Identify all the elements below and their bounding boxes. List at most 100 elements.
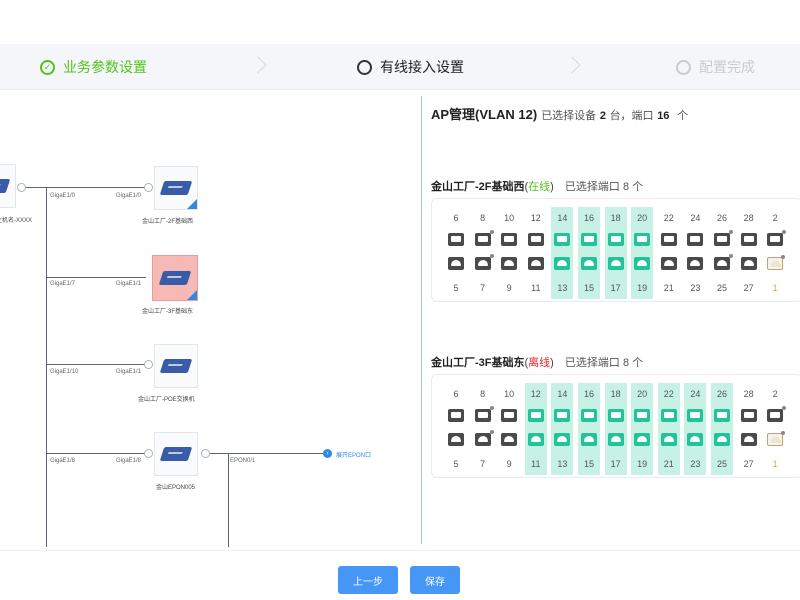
ethernet-port-icon[interactable]: [634, 257, 651, 270]
port-column[interactable]: 20 19: [631, 207, 654, 299]
ethernet-port-icon[interactable]: [687, 257, 704, 270]
ethernet-port-icon[interactable]: [607, 409, 624, 422]
ethernet-port-icon[interactable]: [660, 233, 677, 246]
ethernet-port-icon[interactable]: [554, 257, 571, 270]
ethernet-port-icon[interactable]: [448, 233, 464, 246]
port-column[interactable]: 18 17: [604, 207, 627, 299]
sfp-port-icon[interactable]: [767, 431, 786, 446]
ethernet-port-icon[interactable]: [714, 230, 733, 246]
ethernet-port-icon[interactable]: [581, 409, 597, 422]
ethernet-port-icon[interactable]: [501, 433, 518, 446]
port-column[interactable]: 26 25: [711, 207, 733, 299]
ethernet-port-icon[interactable]: [740, 409, 757, 422]
ethernet-port-icon[interactable]: [448, 409, 464, 422]
port-column[interactable]: 24 23: [684, 207, 706, 299]
ethernet-port-icon[interactable]: [554, 233, 571, 246]
ethernet-port-icon[interactable]: [714, 254, 733, 270]
ethernet-port-icon[interactable]: [634, 433, 651, 446]
ethernet-port-icon[interactable]: [740, 433, 757, 446]
ethernet-port-icon[interactable]: [634, 409, 651, 422]
port-column[interactable]: 87: [472, 207, 494, 299]
device-1-icon[interactable]: [154, 166, 198, 210]
ethernet-port-icon[interactable]: [687, 433, 704, 446]
port-column[interactable]: 22 21: [657, 383, 680, 475]
ethernet-port-icon[interactable]: [527, 233, 544, 246]
topology-canvas[interactable]: 主机名-XXXX GigaE1/0 GigaE1/0 金山工厂-2F基础西 Gi…: [0, 92, 420, 547]
port-column[interactable]: 20 19: [631, 383, 654, 475]
expand-epon-link[interactable]: 展开EPON口: [336, 450, 371, 459]
ethernet-port-icon[interactable]: [448, 433, 464, 446]
ethernet-port-icon[interactable]: [527, 257, 544, 270]
port-column[interactable]: 16 15: [578, 383, 600, 475]
switch-1-header: 金山工厂-2F基础西(在线) 已选择端口 8 个: [431, 181, 644, 193]
port-column[interactable]: 28 27: [738, 207, 760, 299]
port-column[interactable]: 28 27: [738, 383, 760, 475]
ethernet-port-icon[interactable]: [660, 409, 677, 422]
port-column[interactable]: 65: [445, 383, 467, 475]
port-number-top: 20: [637, 389, 648, 399]
link-line: [46, 453, 146, 454]
ethernet-port-icon[interactable]: [474, 230, 494, 246]
ethernet-port-icon[interactable]: [581, 233, 597, 246]
ethernet-port-icon[interactable]: [714, 433, 730, 446]
port-column[interactable]: 21: [764, 207, 787, 299]
port-column[interactable]: 14 13: [551, 207, 574, 299]
port-number-top: 12: [530, 389, 541, 399]
ethernet-port-icon[interactable]: [607, 257, 624, 270]
port-column[interactable]: 26 25: [711, 383, 733, 475]
port-column[interactable]: 24 23: [684, 383, 707, 475]
port-column[interactable]: 10 9: [498, 207, 520, 299]
port-number-bottom: 15: [583, 459, 594, 469]
step-2[interactable]: 有线接入设置: [357, 44, 464, 90]
device-2-icon[interactable]: [152, 255, 198, 301]
port-number-top: 10: [504, 389, 515, 399]
step-3-label: 配置完成: [699, 59, 755, 75]
ethernet-port-icon[interactable]: [687, 233, 704, 246]
sfp-port-icon[interactable]: [767, 255, 786, 270]
ethernet-port-icon[interactable]: [554, 409, 571, 422]
port-column[interactable]: 16 15: [578, 207, 600, 299]
port-column[interactable]: 12 11: [525, 207, 547, 299]
connector-knob: [144, 183, 153, 192]
ethernet-port-icon[interactable]: [527, 433, 544, 446]
root-device-icon[interactable]: [0, 164, 16, 208]
port-column[interactable]: 65: [445, 207, 467, 299]
link-indicator: [489, 406, 494, 410]
ethernet-port-icon[interactable]: [607, 433, 624, 446]
ethernet-port-icon[interactable]: [660, 433, 677, 446]
arrow-right-icon[interactable]: ›: [323, 449, 332, 458]
port-column[interactable]: 14 13: [551, 383, 574, 475]
ethernet-port-icon[interactable]: [714, 409, 730, 422]
step-3[interactable]: 配置完成: [676, 44, 755, 90]
ethernet-port-icon[interactable]: [501, 409, 518, 422]
ethernet-port-icon[interactable]: [687, 409, 704, 422]
device-3-icon[interactable]: [154, 344, 198, 388]
ethernet-port-icon[interactable]: [581, 433, 597, 446]
ethernet-port-icon[interactable]: [767, 406, 787, 422]
port-column[interactable]: 22 21: [658, 207, 680, 299]
port-column[interactable]: 12 11: [524, 383, 547, 475]
ethernet-port-icon[interactable]: [581, 257, 597, 270]
ethernet-port-icon[interactable]: [740, 233, 757, 246]
device-4-icon[interactable]: [154, 432, 198, 476]
ethernet-port-icon[interactable]: [501, 257, 518, 270]
port-column[interactable]: 87: [472, 383, 494, 475]
ethernet-port-icon[interactable]: [448, 257, 464, 270]
ethernet-port-icon[interactable]: [501, 233, 518, 246]
port-column[interactable]: 10 9: [498, 383, 520, 475]
port-column[interactable]: 18 17: [604, 383, 627, 475]
ethernet-port-icon[interactable]: [474, 430, 494, 446]
ethernet-port-icon[interactable]: [634, 233, 651, 246]
ethernet-port-icon[interactable]: [607, 233, 624, 246]
ethernet-port-icon[interactable]: [660, 257, 677, 270]
ethernet-port-icon[interactable]: [554, 433, 571, 446]
ethernet-port-icon[interactable]: [474, 406, 494, 422]
prev-step-button[interactable]: 上一步: [338, 566, 398, 594]
ethernet-port-icon[interactable]: [474, 254, 494, 270]
step-1[interactable]: ✓ 业务参数设置: [40, 44, 147, 90]
save-button[interactable]: 保存: [410, 566, 460, 594]
ethernet-port-icon[interactable]: [527, 409, 544, 422]
port-column[interactable]: 21: [764, 383, 787, 475]
ethernet-port-icon[interactable]: [767, 230, 787, 246]
ethernet-port-icon[interactable]: [740, 257, 757, 270]
